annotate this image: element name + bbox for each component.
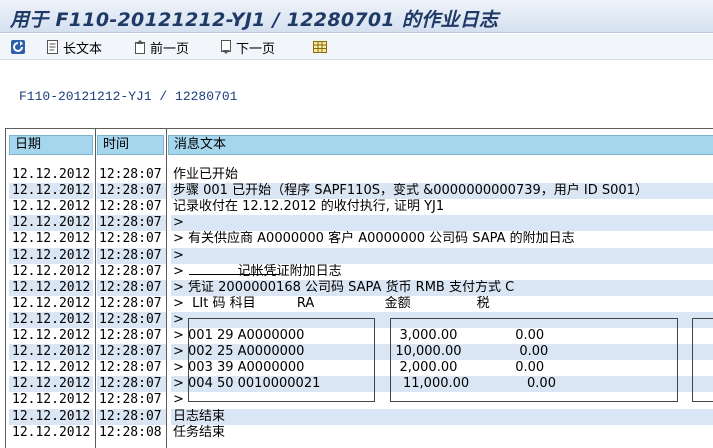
amount-detail-box — [390, 318, 678, 402]
row-date: 12.12.2012 — [12, 167, 91, 182]
table-row[interactable]: 12.12.2012 12:28:07 日志结束 — [6, 408, 713, 425]
next-page-button[interactable]: 下一页 — [218, 38, 276, 57]
title-bar: 用于 F110-20121212-YJ1 / 12280701 的作业日志 — [0, 0, 713, 33]
row-time: 12:28:07 — [99, 392, 162, 408]
prev-page-icon — [132, 39, 148, 55]
document-icon — [45, 39, 61, 55]
row-time: 12:28:07 — [97, 247, 166, 264]
next-page-label: 下一页 — [236, 41, 276, 57]
prev-page-label: 前一页 — [150, 41, 190, 57]
row-message: > 凭证 2000000168 公司码 SAPA 货币 RMB 支付方式 C — [171, 279, 713, 296]
column-header-message[interactable]: 消息文本 — [168, 135, 713, 155]
row-time: 12:28:07 — [99, 263, 162, 279]
row-time: 12:28:07 — [97, 408, 166, 425]
table-row[interactable]: 12.12.2012 12:28:07 > 凭证 2000000168 公司码 SA… — [6, 279, 713, 296]
grid-icon — [312, 39, 328, 55]
job-log-table: 日期 时间 消息文本 12.12.2012 12:28:07 作业已开始 12.12.… — [5, 128, 713, 448]
row-date: 12.12.2012 — [12, 199, 91, 215]
row-date: 12.12.2012 — [9, 247, 93, 264]
table-row[interactable]: 12.12.2012 12:28:07 步骤 001 已开始（程序 SAPF110S… — [6, 183, 713, 200]
column-header-date[interactable]: 日期 — [9, 135, 93, 155]
row-time: 12:28:08 — [99, 424, 162, 440]
extra-detail-box — [692, 318, 713, 402]
row-date: 12.12.2012 — [9, 215, 93, 232]
row-time: 12:28:07 — [97, 376, 166, 393]
row-message: 步骤 001 已开始（程序 SAPF110S，变式 &0000000000739… — [171, 183, 713, 200]
table-row[interactable]: 12.12.2012 12:28:08 任务结束 — [6, 425, 713, 441]
long-text-button[interactable]: 长文本 — [45, 38, 103, 57]
row-message: 作业已开始 — [173, 167, 239, 182]
row-message: > LIt 码 科目 RA 金额 税 — [173, 295, 490, 311]
row-time: 12:28:07 — [97, 215, 166, 232]
row-date: 12.12.2012 — [12, 424, 91, 440]
toolbar: 长文本 前一页 下一页 — [0, 34, 713, 60]
row-time: 12:28:07 — [97, 344, 166, 361]
window-title: 用于 F110-20121212-YJ1 / 12280701 的作业日志 — [10, 9, 499, 31]
long-text-label: 长文本 — [63, 41, 103, 57]
item-detail-box — [188, 318, 375, 402]
row-date: 12.12.2012 — [12, 263, 91, 279]
row-message: 日志结束 — [171, 408, 713, 425]
job-path-header: F110-20121212-YJ1 / 12280701 — [19, 89, 238, 104]
row-date: 12.12.2012 — [9, 376, 93, 393]
separator-line — [189, 274, 279, 275]
row-date: 12.12.2012 — [9, 279, 93, 296]
table-row[interactable]: 12.12.2012 12:28:07 > 有关供应商 A0000000 客户 A0… — [6, 231, 713, 247]
row-time: 12:28:07 — [99, 295, 162, 311]
row-date: 12.12.2012 — [12, 328, 91, 343]
row-time: 12:28:07 — [97, 311, 166, 328]
row-date: 12.12.2012 — [9, 408, 93, 425]
row-time: 12:28:07 — [97, 279, 166, 296]
row-date: 12.12.2012 — [12, 392, 91, 408]
row-time: 12:28:07 — [99, 199, 162, 215]
row-time: 12:28:07 — [99, 231, 162, 247]
row-message: > 记帐凭证附加日志 — [173, 263, 342, 279]
row-date: 12.12.2012 — [12, 231, 91, 247]
table-row[interactable]: 12.12.2012 12:28:07 > 记帐凭证附加日志 — [6, 264, 713, 280]
next-page-icon — [218, 39, 234, 55]
row-date: 12.12.2012 — [9, 311, 93, 328]
row-time: 12:28:07 — [99, 167, 162, 182]
table-row[interactable]: 12.12.2012 12:28:07 > LIt 码 科目 RA 金额 税 — [6, 296, 713, 312]
prev-page-button[interactable]: 前一页 — [132, 38, 190, 57]
column-header-time[interactable]: 时间 — [97, 135, 164, 155]
row-time: 12:28:07 — [99, 328, 162, 343]
table-row[interactable]: 12.12.2012 12:28:07 > — [6, 247, 713, 264]
row-time: 12:28:07 — [97, 183, 166, 200]
row-date: 12.12.2012 — [9, 344, 93, 361]
row-time: 12:28:07 — [99, 360, 162, 376]
refresh-button[interactable] — [10, 38, 26, 56]
row-message: > — [171, 215, 713, 232]
table-row[interactable]: 12.12.2012 12:28:07 > — [6, 215, 713, 232]
row-message: > 有关供应商 A0000000 客户 A0000000 公司码 SAPA 的附… — [173, 231, 575, 247]
row-message: > — [171, 247, 713, 264]
row-message: 记录收付在 12.12.2012 的收付执行, 证明 YJ1 — [173, 199, 445, 215]
row-message: 任务结束 — [173, 424, 226, 440]
row-date: 12.12.2012 — [12, 360, 91, 376]
row-date: 12.12.2012 — [9, 183, 93, 200]
refresh-icon — [10, 39, 26, 55]
table-row[interactable]: 12.12.2012 12:28:07 记录收付在 12.12.2012 的收付执行… — [6, 199, 713, 215]
layout-grid-button[interactable] — [312, 38, 328, 56]
table-row[interactable]: 12.12.2012 12:28:07 作业已开始 — [6, 167, 713, 183]
row-date: 12.12.2012 — [12, 295, 91, 311]
